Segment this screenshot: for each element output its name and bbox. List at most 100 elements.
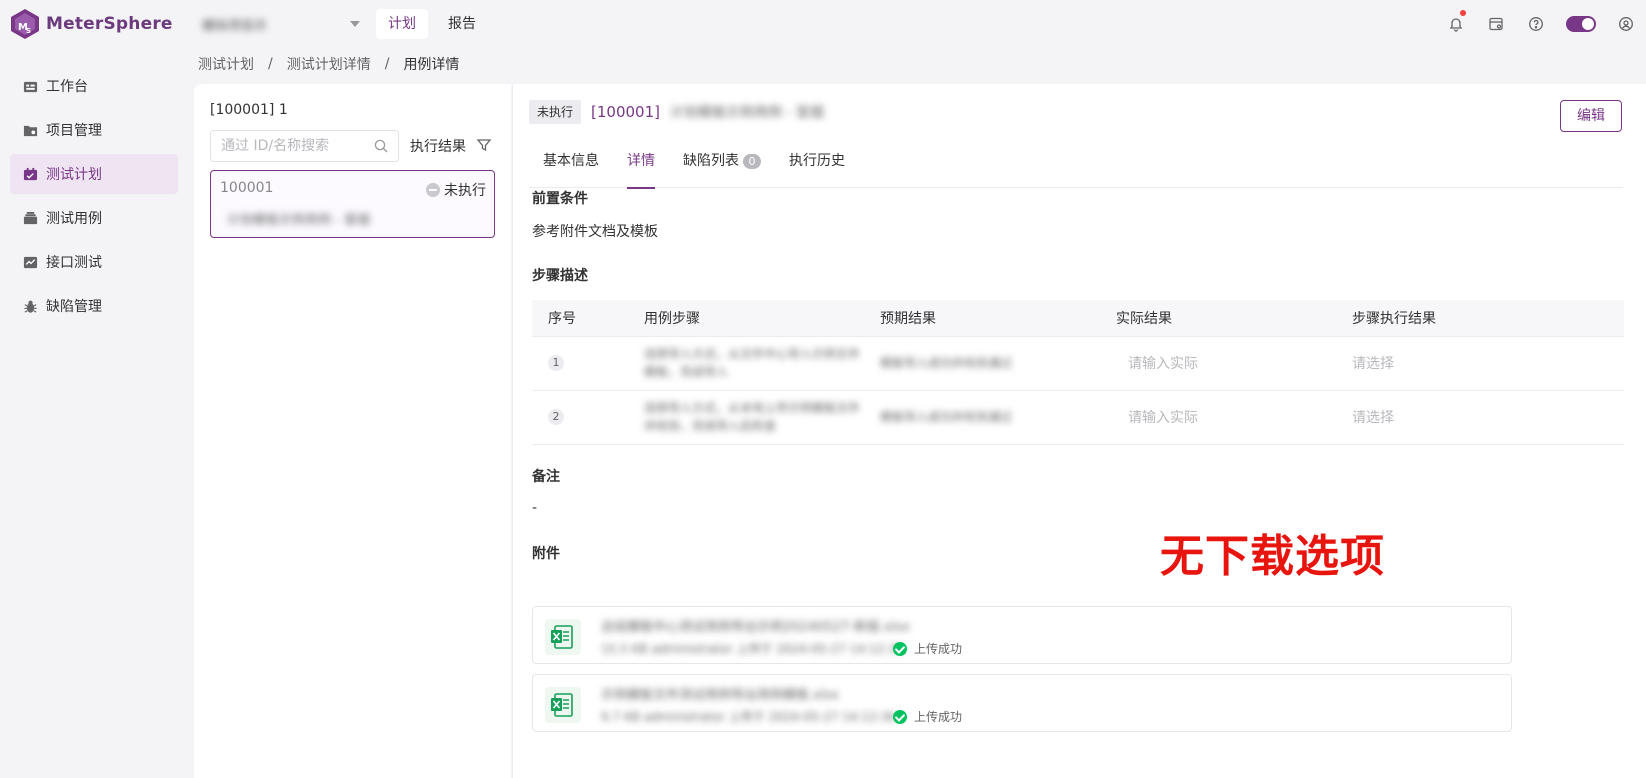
project-icon [22,122,38,138]
sidebar-item-test-plan[interactable]: 测试计划 [10,154,178,194]
precondition-title: 前置条件 [532,191,588,207]
attachments-title: 附件 [532,546,560,562]
step-result-select[interactable]: 请选择 [1336,336,1624,391]
sidebar-item-project[interactable]: 项目管理 [10,110,178,150]
success-check-icon [893,709,907,724]
case-list-panel: [100001] 1 执行结果 100001 未执行 计划模板示例用例 - 冒烟 [194,84,511,778]
sidebar-item-label: 项目管理 [46,123,102,139]
column-header: 序号 [532,300,628,337]
tab-execution-history[interactable]: 执行历史 [775,146,859,188]
step-text: 选择导入方式，从文件中心导入示例文件模板，完成导入 [644,347,861,379]
actual-result-input[interactable]: 请输入实际 [1100,390,1336,445]
precondition-text: 参考附件文档及模板 [532,224,658,240]
api-test-icon [22,254,38,270]
search-box [210,130,399,162]
step-index-cell: 1 [532,336,628,391]
tab-detail[interactable]: 详情 [613,146,669,189]
upload-status: 上传成功 [893,708,962,725]
search-input[interactable] [221,138,371,154]
sidebar-item-label: 缺陷管理 [46,299,102,315]
actual-result-input[interactable]: 请输入实际 [1100,336,1336,391]
top-nav: 计划 报告 [376,9,488,39]
top-header: M S MeterSphere 模拟项目示 计划 报告 [0,0,1646,48]
step-index-cell: 2 [532,390,628,445]
metersphere-logo-icon: M S [11,9,39,39]
step-cell: 选择导入方式，从本地上传示例模板文件并校验，完成导入后检查 [628,390,864,445]
theme-toggle[interactable] [1566,16,1596,32]
step-result-placeholder: 请选择 [1352,356,1394,372]
breadcrumb-item-plan-detail[interactable]: 测试计划详情 [287,54,371,74]
workbench-icon [22,78,38,94]
nav-plan[interactable]: 计划 [376,9,428,39]
sidebar-item-label: 接口测试 [46,255,102,271]
not-executed-icon [426,183,440,197]
attachment-item: 总结模板中心测试用例导出示例20240527-新版.xlsx 15.5 KB a… [532,606,1512,664]
upload-status: 上传成功 [893,640,962,657]
sidebar: 工作台 项目管理 测试计划 测试用例 接口测试 缺陷管理 [0,66,188,330]
tab-basic-info[interactable]: 基本信息 [529,146,613,188]
steps-table: 序号 用例步骤 预期结果 实际结果 步骤执行结果 1 选择导入方式，从文件中心导… [532,300,1624,445]
project-name: 模拟项目示 [202,18,268,34]
actual-result-placeholder: 请输入实际 [1128,356,1198,372]
bell-icon[interactable] [1446,10,1466,34]
sidebar-item-label: 测试用例 [46,211,102,227]
tab-label: 缺陷列表 [683,153,739,169]
column-header: 预期结果 [864,300,1100,337]
expected-text: 模板导入成功并校验通过 [880,356,1013,370]
column-header: 步骤执行结果 [1336,300,1624,337]
table-row: 1 选择导入方式，从文件中心导入示例文件模板，完成导入 模板导入成功并校验通过 … [532,336,1624,391]
sidebar-item-test-case[interactable]: 测试用例 [10,198,178,238]
file-name: 总结模板中心测试用例导出示例20240527-新版.xlsx [601,620,910,635]
breadcrumb-item-test-plan[interactable]: 测试计划 [198,54,254,74]
expected-cell: 模板导入成功并校验通过 [864,390,1100,445]
breadcrumb-item-case-detail: 用例详情 [403,57,460,73]
help-icon[interactable] [1526,14,1546,34]
detail-case-name: 计划模板示例用例 - 冒烟 [669,105,824,121]
success-check-icon [893,641,907,656]
case-list-title: [100001] 1 [210,102,288,118]
step-text: 选择导入方式，从本地上传示例模板文件并校验，完成导入后检查 [644,401,861,433]
user-settings-icon[interactable] [1616,14,1636,34]
case-card[interactable]: 100001 未执行 计划模板示例用例 - 冒烟 [210,170,495,238]
search-icon[interactable] [374,139,388,153]
chevron-down-icon [350,21,360,27]
task-center-icon[interactable] [1486,14,1506,34]
case-status: 未执行 [426,180,486,200]
notification-dot [1460,10,1466,16]
actual-result-placeholder: 请输入实际 [1128,410,1198,426]
tab-label: 执行历史 [789,153,845,169]
app-logo[interactable]: M S MeterSphere [10,8,173,40]
expected-cell: 模板导入成功并校验通过 [864,336,1100,391]
defect-count-badge: 0 [743,154,761,169]
table-header-row: 序号 用例步骤 预期结果 实际结果 步骤执行结果 [532,300,1624,337]
status-tag: 未执行 [529,100,582,124]
tab-defect-list[interactable]: 缺陷列表 0 [669,146,775,188]
step-result-select[interactable]: 请选择 [1336,390,1624,445]
expected-text: 模板导入成功并校验通过 [880,410,1013,424]
sidebar-item-label: 测试计划 [46,167,102,183]
steps-title: 步骤描述 [532,268,588,284]
step-result-placeholder: 请选择 [1352,410,1394,426]
column-header: 用例步骤 [628,300,864,337]
breadcrumb: 测试计划 / 测试计划详情 / 用例详情 [198,54,459,74]
detail-case-id: [100001] [591,103,660,121]
sidebar-item-label: 工作台 [46,79,88,95]
sidebar-item-workbench[interactable]: 工作台 [10,66,178,106]
step-index: 1 [548,355,564,371]
nav-report[interactable]: 报告 [436,9,488,39]
remark-title: 备注 [532,469,560,485]
project-select[interactable]: 模拟项目示 [202,12,360,36]
app-name: MeterSphere [46,14,173,34]
test-case-icon [22,210,38,226]
case-status-label: 未执行 [444,183,486,199]
edit-button[interactable]: 编辑 [1560,100,1622,132]
filter-icon[interactable] [476,137,492,153]
sidebar-item-api-test[interactable]: 接口测试 [10,242,178,282]
case-id: 100001 [220,180,274,196]
sidebar-item-bug[interactable]: 缺陷管理 [10,286,178,326]
detail-tabs: 基本信息 详情 缺陷列表 0 执行历史 [529,146,1623,189]
breadcrumb-separator: / [384,56,390,72]
header-actions [1446,10,1636,34]
tab-label: 详情 [627,153,655,169]
attachment-item: 示例模板文件测试用例导出用例模板.xlsx 9.7 KB administrat… [532,674,1512,732]
